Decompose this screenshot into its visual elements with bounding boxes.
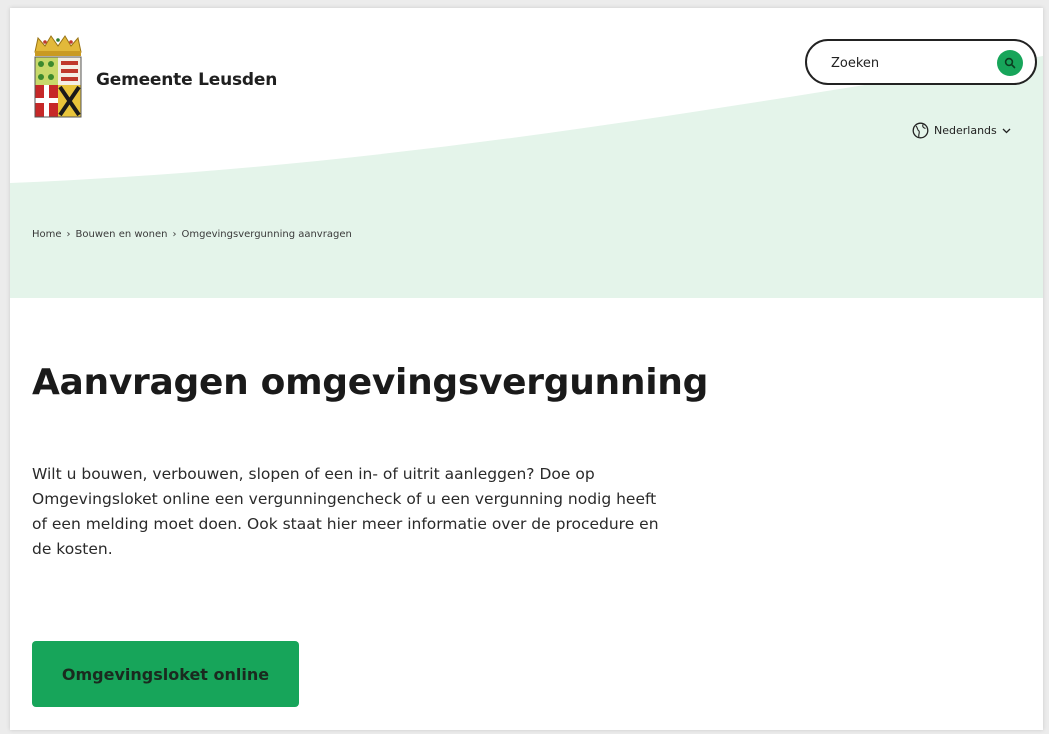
chevron-down-icon [1002,128,1011,133]
search-bar[interactable] [805,39,1037,85]
intro-line: Wilt u bouwen, verbouwen, slopen of een … [32,465,595,483]
intro-line: Omgevingsloket online een vergunningench… [32,490,657,508]
site-name[interactable]: Gemeente Leusden [96,70,277,90]
breadcrumb: Home › Bouwen en wonen › Omgevingsvergun… [32,229,352,240]
language-selector[interactable]: Nederlands [912,120,1011,140]
page-frame: Gemeente Leusden Nederlands Home › Bouwe… [10,8,1043,730]
breadcrumb-home[interactable]: Home [32,229,62,240]
intro-line: de kosten. [32,540,113,558]
municipality-crest-logo[interactable] [32,34,84,118]
breadcrumb-separator: › [66,229,71,240]
intro-text: Wilt u bouwen, verbouwen, slopen of een … [32,462,792,562]
omgevingsloket-online-button[interactable]: Omgevingsloket online [32,641,299,707]
breadcrumb-separator: › [172,229,177,240]
page-title: Aanvragen omgevingsvergunning [32,362,709,403]
search-icon [1004,57,1016,69]
search-button[interactable] [997,50,1023,76]
language-label: Nederlands [934,123,997,137]
globe-icon [912,122,929,138]
breadcrumb-current: Omgevingsvergunning aanvragen [181,229,352,240]
breadcrumb-bouwen-en-wonen[interactable]: Bouwen en wonen [76,229,168,240]
search-input[interactable] [831,52,981,74]
intro-line: of een melding moet doen. Ook staat hier… [32,515,659,533]
